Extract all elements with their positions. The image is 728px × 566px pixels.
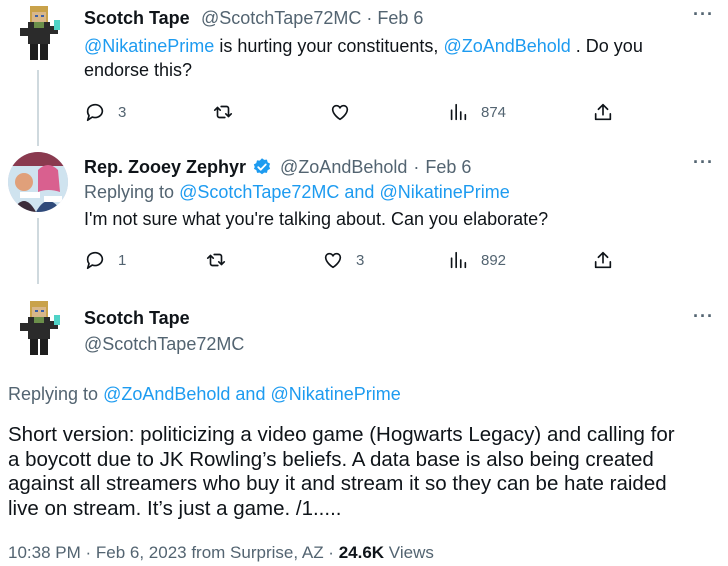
retweet-icon [206,253,226,267]
more-options-button[interactable]: ··· [693,4,714,25]
reply-button[interactable]: 1 [84,249,126,271]
tweet-text-line: @NikatinePrime is hurting your constitue… [84,34,724,58]
replying-to: Replying to @ZoAndBehold and @NikatinePr… [8,382,401,406]
text-fragment: is hurting your constituents, [214,36,444,56]
replying-to-link[interactable]: @ScotchTape72MC and @NikatinePrime [179,182,510,202]
tweet-date[interactable]: Feb 6 [425,155,471,179]
thread-line [37,70,39,146]
text-fragment: . Do you [570,36,643,56]
share-button[interactable] [592,249,614,271]
reply-button[interactable]: 3 [84,101,126,123]
author-name[interactable]: Scotch Tape [84,8,190,29]
retweet-button[interactable] [212,101,234,123]
avatar[interactable] [8,299,68,359]
replying-to-link[interactable]: @ZoAndBehold and @NikatinePrime [103,384,401,404]
reply-count: 3 [118,103,127,121]
views-chart-icon [450,103,467,121]
author-handle[interactable]: @ScotchTape72MC [84,332,244,356]
views-button[interactable]: 892 [447,249,506,271]
tweet-text-line: endorse this? [84,60,193,80]
more-options-button[interactable]: ··· [693,306,714,327]
tweet-text-line: a boycott due to JK Rowling’s beliefs. A… [8,447,654,471]
verified-badge-icon [253,158,271,175]
replying-prefix: Replying to [84,182,180,202]
author-name[interactable]: Rep. Zooey Zephyr [84,157,246,178]
author-handle[interactable]: @ScotchTape72MC [201,8,361,28]
timestamp-location[interactable]: 10:38 PM · Feb 6, 2023 from Surprise, AZ… [8,543,339,562]
like-button[interactable] [329,101,351,123]
reply-count: 1 [118,251,127,269]
views-count: 874 [481,103,507,121]
mention-link[interactable]: @ZoAndBehold [443,36,570,56]
views-label: Views [384,543,434,562]
like-button[interactable]: 3 [322,249,364,271]
profile-photo-icon [8,152,68,212]
avatar[interactable] [8,152,68,212]
author-handle[interactable]: @ZoAndBehold [280,155,407,179]
author-name[interactable]: Scotch Tape [84,308,190,329]
tweet-text-line: Short version: politicizing a video game… [8,423,675,446]
dot-separator: · [366,8,373,28]
tweet-text-line: live on stream. It’s just a game. /1....… [8,496,342,520]
reply-icon [86,251,104,270]
heart-icon [331,104,349,121]
views-count: 892 [481,251,507,269]
like-count: 3 [356,251,365,269]
replying-prefix: Replying to [8,384,104,404]
reply-icon [86,103,104,122]
tweet-text: I'm not sure what you're talking about. … [84,209,549,229]
tweet-date[interactable]: Feb 6 [377,8,423,28]
share-icon [594,103,612,121]
retweet-button[interactable] [205,249,227,271]
author-row: Rep. Zooey Zephyr @ZoAndBehold · Feb 6 [84,155,471,179]
tweet-text: Short version: politicizing a video game… [8,423,724,521]
views-button[interactable]: 874 [447,101,506,123]
replying-to: Replying to @ScotchTape72MC and @Nikatin… [84,180,510,204]
mention-link[interactable]: @NikatinePrime [84,36,214,56]
share-button[interactable] [592,101,614,123]
retweet-icon [213,105,233,119]
share-icon [594,251,612,269]
author-handle-date[interactable]: @ScotchTape72MC · Feb 6 [201,6,423,30]
heart-icon [324,252,342,269]
tweet-meta: 10:38 PM · Feb 6, 2023 from Surprise, AZ… [8,543,434,563]
thread-line [37,218,39,284]
tweet-text-line: against all streamers who buy it and str… [8,472,667,495]
tweet-text: @NikatinePrime is hurting your constitue… [84,34,724,82]
minecraft-avatar-icon [20,301,60,355]
dot-separator: · [413,157,420,177]
avatar[interactable] [8,4,68,64]
views-chart-icon [450,251,467,269]
more-options-button[interactable]: ··· [693,152,714,173]
views-count: 24.6K [338,543,385,562]
minecraft-avatar-icon [20,6,60,60]
